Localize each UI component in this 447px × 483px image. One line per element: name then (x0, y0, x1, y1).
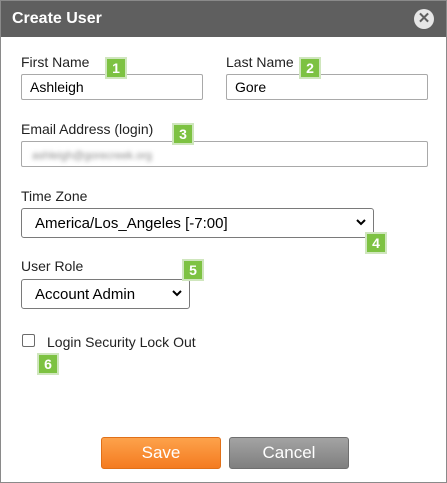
dialog-titlebar: Create User ✕ (1, 1, 446, 37)
first-name-label: First Name (21, 54, 90, 70)
dialog-title: Create User (12, 10, 102, 27)
chevron-down-icon (356, 219, 366, 226)
close-icon[interactable]: ✕ (414, 9, 434, 29)
email-input[interactable] (21, 141, 428, 167)
callout-badge-5: 5 (182, 259, 204, 281)
time-zone-select[interactable]: America/Los_Angeles [-7:00] (21, 208, 374, 238)
email-label: Email Address (login) (21, 121, 154, 137)
save-button[interactable]: Save (101, 437, 221, 469)
user-role-value: Account Admin (35, 286, 136, 303)
callout-badge-3: 3 (172, 123, 194, 145)
chevron-down-icon (172, 290, 182, 297)
cancel-button[interactable]: Cancel (229, 437, 349, 469)
time-zone-value: America/Los_Angeles [-7:00] (35, 215, 228, 232)
user-role-label: User Role (21, 258, 84, 274)
create-user-dialog: Create User ✕ First Name 1 Last Name 2 E… (0, 0, 447, 483)
callout-badge-2: 2 (299, 57, 321, 79)
user-role-select[interactable]: Account Admin (21, 279, 190, 309)
lockout-checkbox[interactable] (22, 334, 35, 347)
last-name-input[interactable] (226, 74, 428, 100)
time-zone-label: Time Zone (21, 188, 88, 204)
callout-badge-1: 1 (105, 57, 127, 79)
last-name-label: Last Name (226, 54, 294, 70)
callout-badge-4: 4 (365, 232, 387, 254)
lockout-label[interactable]: Login Security Lock Out (47, 334, 196, 350)
callout-badge-6: 6 (37, 353, 59, 375)
